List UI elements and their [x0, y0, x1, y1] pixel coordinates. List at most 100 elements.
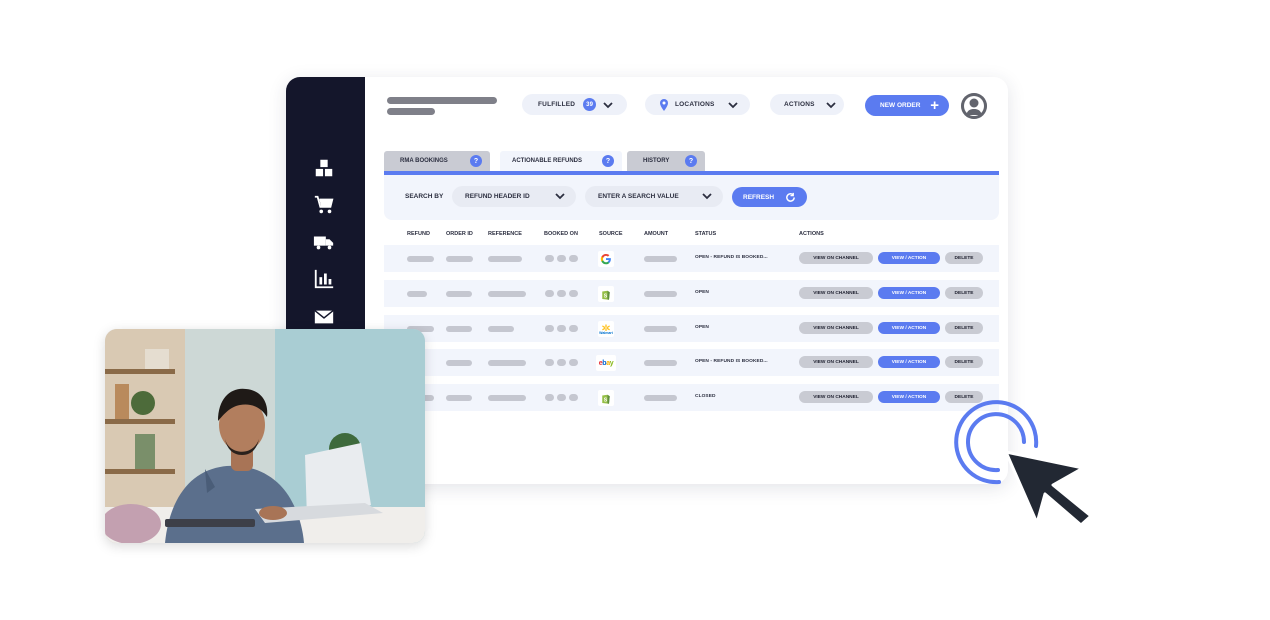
tab-label: ACTIONABLE REFUNDS — [512, 158, 582, 164]
svg-text:S: S — [604, 293, 608, 299]
tab-label: RMA BOOKINGS — [400, 158, 448, 164]
new-order-label: NEW ORDER — [880, 102, 921, 109]
view-action-button[interactable]: VIEW / ACTION — [878, 391, 940, 403]
refund-placeholder — [407, 291, 427, 297]
ebay-label: ebay — [598, 359, 614, 367]
view-action-button[interactable]: VIEW / ACTION — [878, 287, 940, 299]
stage: FULFILLED 39 LOCATIONS ACTIONS NEW ORDER… — [0, 0, 1270, 620]
order-id-placeholder — [446, 291, 472, 297]
booked-on-placeholder — [545, 325, 554, 332]
status-text: CLOSED — [695, 394, 716, 399]
reference-placeholder — [488, 256, 522, 262]
view-action-button[interactable]: VIEW / ACTION — [878, 356, 940, 368]
table-row[interactable]: Walmart OPEN VIEW ON CHANNEL VIEW / ACTI… — [384, 315, 999, 342]
new-order-button[interactable]: NEW ORDER + — [865, 95, 949, 116]
booked-on-placeholder — [557, 255, 566, 262]
delete-button[interactable]: DELETE — [945, 322, 983, 334]
table-row[interactable]: S OPEN VIEW ON CHANNEL VIEW / ACTION DEL… — [384, 280, 999, 307]
amount-placeholder — [644, 256, 677, 262]
table-row[interactable]: OPEN - REFUND IS BOOKED... VIEW ON CHANN… — [384, 245, 999, 272]
reference-placeholder — [488, 395, 526, 401]
booked-on-placeholder — [569, 394, 578, 401]
logo-placeholder-sub — [387, 108, 435, 115]
cart-icon[interactable] — [312, 193, 336, 217]
svg-text:S: S — [604, 397, 608, 403]
order-id-placeholder — [446, 326, 472, 332]
amount-placeholder — [644, 360, 677, 366]
cursor-click-icon — [952, 398, 1097, 528]
amount-placeholder — [644, 395, 677, 401]
table-row[interactable]: S CLOSED VIEW ON CHANNEL VIEW / ACTION D… — [384, 384, 999, 411]
avatar[interactable] — [961, 93, 987, 119]
booked-on-placeholder — [569, 290, 578, 297]
view-action-button[interactable]: VIEW / ACTION — [878, 322, 940, 334]
search-value-placeholder: ENTER A SEARCH VALUE — [598, 193, 679, 200]
walmart-icon: Walmart — [598, 321, 614, 337]
help-icon[interactable]: ? — [602, 155, 614, 167]
booked-on-placeholder — [569, 359, 578, 366]
view-on-channel-button[interactable]: VIEW ON CHANNEL — [799, 287, 873, 299]
help-icon[interactable]: ? — [470, 155, 482, 167]
booked-on-placeholder — [557, 359, 566, 366]
tab-rma-bookings[interactable]: RMA BOOKINGS ? — [384, 151, 490, 171]
refund-placeholder — [407, 256, 434, 262]
booked-on-placeholder — [545, 290, 554, 297]
delete-button[interactable]: DELETE — [945, 252, 983, 264]
delete-button[interactable]: DELETE — [945, 287, 983, 299]
boxes-icon[interactable] — [312, 156, 336, 180]
delete-button[interactable]: DELETE — [945, 356, 983, 368]
view-on-channel-button[interactable]: VIEW ON CHANNEL — [799, 391, 873, 403]
chevron-down-icon — [825, 99, 837, 111]
tab-label: HISTORY — [643, 158, 670, 164]
google-icon — [598, 251, 614, 267]
search-field-select[interactable]: REFUND HEADER ID — [452, 186, 576, 207]
status-text: OPEN - REFUND IS BOOKED... — [695, 359, 768, 364]
status-text: OPEN — [695, 290, 709, 295]
help-icon[interactable]: ? — [685, 155, 697, 167]
status-text: OPEN - REFUND IS BOOKED... — [695, 255, 768, 260]
view-on-channel-button[interactable]: VIEW ON CHANNEL — [799, 356, 873, 368]
table-row[interactable]: ebay OPEN - REFUND IS BOOKED... VIEW ON … — [384, 349, 999, 376]
column-header: ACTIONS — [799, 231, 824, 237]
shopify-icon: S — [598, 390, 614, 406]
order-id-placeholder — [446, 360, 472, 366]
actions-dropdown[interactable]: ACTIONS — [770, 94, 844, 115]
view-on-channel-button[interactable]: VIEW ON CHANNEL — [799, 322, 873, 334]
booked-on-placeholder — [545, 359, 554, 366]
plus-icon: + — [930, 97, 939, 114]
order-id-placeholder — [446, 395, 472, 401]
location-pin-icon — [659, 98, 669, 111]
fulfilled-filter[interactable]: FULFILLED 39 — [522, 94, 627, 115]
booked-on-placeholder — [569, 255, 578, 262]
walmart-label: Walmart — [599, 330, 613, 335]
column-header: STATUS — [695, 231, 717, 237]
amount-placeholder — [644, 326, 677, 332]
tab-actionable-refunds[interactable]: ACTIONABLE REFUNDS ? — [500, 151, 622, 171]
reference-placeholder — [488, 360, 526, 366]
locations-dropdown[interactable]: LOCATIONS — [645, 94, 750, 115]
amount-placeholder — [644, 291, 677, 297]
status-text: OPEN — [695, 325, 709, 330]
booked-on-placeholder — [545, 255, 554, 262]
booked-on-placeholder — [557, 325, 566, 332]
column-header: AMOUNT — [644, 231, 669, 237]
chevron-down-icon — [727, 99, 739, 111]
shopify-icon: S — [598, 286, 614, 302]
refresh-button[interactable]: REFRESH — [732, 187, 807, 207]
reference-placeholder — [488, 326, 514, 332]
order-id-placeholder — [446, 256, 473, 262]
column-header: REFUND — [407, 231, 430, 237]
booked-on-placeholder — [557, 394, 566, 401]
chart-icon[interactable] — [312, 267, 336, 291]
view-action-button[interactable]: VIEW / ACTION — [878, 252, 940, 264]
actions-label: ACTIONS — [784, 101, 815, 108]
search-value-input[interactable]: ENTER A SEARCH VALUE — [585, 186, 723, 207]
view-on-channel-button[interactable]: VIEW ON CHANNEL — [799, 252, 873, 264]
ebay-icon: ebay — [596, 355, 616, 371]
truck-icon[interactable] — [312, 230, 336, 254]
search-panel: SEARCH BY REFUND HEADER ID ENTER A SEARC… — [384, 175, 999, 220]
tab-history[interactable]: HISTORY ? — [627, 151, 705, 171]
mail-icon[interactable] — [312, 305, 336, 329]
photo-man-with-laptop — [105, 329, 425, 543]
reference-placeholder — [488, 291, 526, 297]
